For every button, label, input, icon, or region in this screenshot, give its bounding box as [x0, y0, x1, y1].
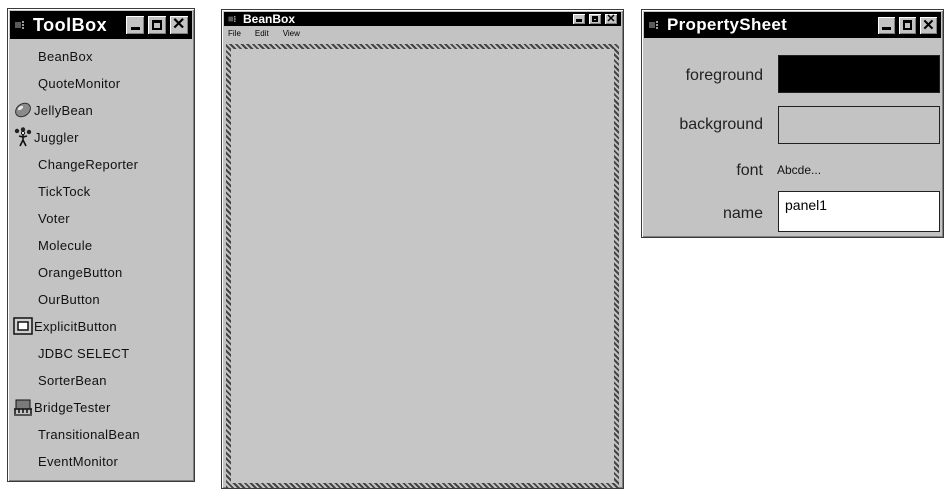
name-field[interactable]: panel1 — [778, 191, 940, 232]
toolbox-titlebar[interactable]: ToolBox ✕ — [10, 11, 192, 39]
toolbox-item-label: JDBC SELECT — [38, 346, 130, 361]
toolbox-item-bridgetester[interactable]: BridgeTester — [10, 394, 192, 421]
toolbox-item-sorterbean[interactable]: SorterBean — [10, 367, 192, 394]
window-menu-icon[interactable] — [649, 20, 663, 30]
close-button[interactable]: ✕ — [919, 15, 938, 35]
jellybean-icon — [15, 102, 31, 118]
juggler-icon — [14, 127, 32, 147]
toolbox-item-label: JellyBean — [34, 103, 94, 118]
propertysheet-title: PropertySheet — [667, 15, 788, 34]
window-menu-icon[interactable] — [228, 15, 239, 23]
maximize-button[interactable] — [147, 15, 167, 35]
beanbox-design-canvas[interactable] — [226, 44, 619, 488]
toolbox-item-eventmonitor[interactable]: EventMonitor — [10, 448, 192, 475]
close-button[interactable]: ✕ — [604, 13, 618, 25]
toolbox-item-label: BridgeTester — [34, 400, 111, 415]
toolbox-item-changereporter[interactable]: ChangeReporter — [10, 151, 192, 178]
toolbox-item-label: EventMonitor — [38, 454, 119, 469]
background-label: background — [679, 116, 763, 133]
toolbox-window: ToolBox ✕ BeanBox QuoteMonitor JellyBean — [7, 8, 195, 482]
name-label: name — [722, 205, 763, 222]
name-field-value: panel1 — [785, 197, 828, 213]
window-menu-icon[interactable] — [15, 20, 29, 30]
toolbox-item-label: OurButton — [38, 292, 100, 307]
beanbox-titlebar[interactable]: BeanBox ✕ — [224, 12, 621, 26]
toolbox-item-juggler[interactable]: Juggler — [10, 124, 192, 151]
propertysheet-titlebar[interactable]: PropertySheet ✕ — [644, 12, 941, 38]
toolbox-item-explicitbutton[interactable]: ExplicitButton — [10, 313, 192, 340]
toolbox-item-label: Voter — [38, 211, 70, 226]
toolbox-item-ticktock[interactable]: TickTock — [10, 178, 192, 205]
toolbox-item-molecule[interactable]: Molecule — [10, 232, 192, 259]
toolbox-item-label: BeanBox — [38, 49, 93, 64]
close-button[interactable]: ✕ — [169, 15, 189, 35]
maximize-button[interactable] — [588, 13, 602, 25]
menu-view[interactable]: View — [283, 29, 300, 38]
toolbox-item-beanbox[interactable]: BeanBox — [10, 43, 192, 70]
menu-file[interactable]: File — [228, 29, 241, 38]
toolbox-item-label: SorterBean — [38, 373, 107, 388]
minimize-button[interactable] — [572, 13, 586, 25]
toolbox-item-label: QuoteMonitor — [38, 76, 121, 91]
toolbox-item-label: Molecule — [38, 238, 93, 253]
menu-edit[interactable]: Edit — [255, 29, 269, 38]
foreground-label: foreground — [685, 67, 763, 84]
toolbox-item-label: TransitionalBean — [38, 427, 140, 442]
toolbox-item-label: ChangeReporter — [38, 157, 139, 172]
minimize-button[interactable] — [125, 15, 145, 35]
toolbox-item-ourbutton[interactable]: OurButton — [10, 286, 192, 313]
font-label: font — [736, 162, 763, 179]
propertysheet-window: PropertySheet ✕ foreground background fo… — [641, 9, 944, 238]
toolbox-item-quotemonitor[interactable]: QuoteMonitor — [10, 70, 192, 97]
beanbox-menubar: File Edit View — [228, 29, 300, 38]
minimize-button[interactable] — [877, 15, 896, 35]
toolbox-bean-list: BeanBox QuoteMonitor JellyBean Juggler C… — [10, 41, 192, 479]
maximize-button[interactable] — [898, 15, 917, 35]
toolbox-item-label: Juggler — [34, 130, 79, 145]
background-color-swatch[interactable] — [778, 106, 940, 144]
toolbox-item-jellybean[interactable]: JellyBean — [10, 97, 192, 124]
beanbox-title: BeanBox — [243, 12, 296, 26]
toolbox-item-jdbc-select[interactable]: JDBC SELECT — [10, 340, 192, 367]
foreground-color-swatch[interactable] — [778, 55, 940, 93]
explicit-button-icon — [13, 317, 33, 335]
toolbox-item-label: ExplicitButton — [34, 319, 117, 334]
font-value[interactable]: Abcde... — [777, 163, 821, 177]
toolbox-title: ToolBox — [33, 14, 108, 35]
toolbox-item-transitionalbean[interactable]: TransitionalBean — [10, 421, 192, 448]
bridge-tester-icon — [14, 399, 32, 416]
beanbox-window: BeanBox ✕ File Edit View — [221, 9, 624, 489]
toolbox-item-label: TickTock — [38, 184, 91, 199]
toolbox-item-voter[interactable]: Voter — [10, 205, 192, 232]
toolbox-item-label: OrangeButton — [38, 265, 123, 280]
toolbox-item-orangebutton[interactable]: OrangeButton — [10, 259, 192, 286]
